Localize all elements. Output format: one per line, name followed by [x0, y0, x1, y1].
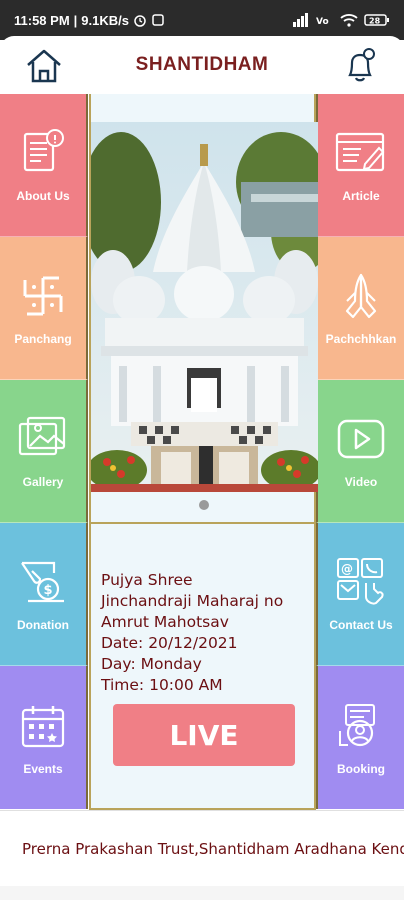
tile-label: About Us — [16, 189, 70, 203]
battery-level: 28 — [369, 17, 381, 26]
status-time: 11:58 PM — [14, 12, 70, 28]
status-net-speed: 9.1KB/s — [81, 12, 129, 28]
app-title: SHANTIDHAM — [135, 54, 269, 75]
event-day: Day: Monday — [101, 655, 202, 673]
tile-video[interactable]: Video — [316, 380, 404, 523]
volte-icon: Vo — [316, 13, 334, 27]
tile-label: Events — [23, 761, 63, 776]
play-video-icon — [335, 413, 387, 465]
photo-carousel[interactable] — [89, 94, 318, 524]
app-header: SHANTIDHAM — [0, 36, 404, 94]
notification-icon — [151, 13, 165, 27]
booking-icon — [335, 700, 387, 752]
tile-donation[interactable]: $ Donation — [0, 523, 88, 666]
tile-article[interactable]: Article — [316, 94, 404, 237]
image-gallery-icon — [17, 413, 69, 465]
tile-label: Panchang — [14, 332, 72, 346]
signal-icon — [292, 13, 310, 27]
tile-label: Gallery — [22, 475, 64, 489]
hand-coin-icon: $ — [17, 556, 69, 608]
tile-label: Article — [342, 189, 380, 203]
event-date: Date: 20/12/2021 — [101, 634, 238, 652]
temple-photo — [91, 122, 318, 492]
tile-label: Donation — [17, 618, 69, 632]
tile-contact-us[interactable]: @ Contact Us — [316, 523, 404, 666]
bell-icon — [348, 48, 375, 82]
footer-marquee: Prerna Prakashan Trust,Shantidham Aradha… — [0, 810, 404, 886]
event-line-3: Amrut Mahotsav — [101, 613, 229, 631]
calendar-icon — [17, 700, 69, 752]
svg-text:@: @ — [341, 562, 353, 576]
event-line-1: Pujya Shree — [101, 571, 193, 589]
tile-label: Booking — [337, 761, 385, 776]
tile-about-us[interactable]: About Us — [0, 94, 88, 237]
wifi-icon — [340, 13, 358, 27]
tile-label: Pachchhkan — [325, 332, 397, 346]
svg-text:$: $ — [44, 583, 53, 598]
live-button[interactable]: LIVE — [113, 704, 295, 766]
document-info-icon — [17, 127, 69, 179]
event-time: Time: 10:00 AM — [101, 676, 223, 694]
marquee-text: Prerna Prakashan Trust,Shantidham Aradha… — [22, 839, 404, 858]
praying-hands-icon — [335, 270, 387, 322]
home-icon — [27, 49, 61, 83]
tile-label: Video — [344, 475, 378, 489]
tile-booking[interactable]: Booking — [316, 666, 404, 809]
tile-panchang[interactable]: Panchang — [0, 237, 88, 380]
battery-icon: 28 — [364, 13, 390, 27]
tile-gallery[interactable]: Gallery — [0, 380, 88, 523]
event-details: Pujya Shree Jinchandraji Maharaj no Amru… — [101, 570, 313, 696]
event-line-2: Jinchandraji Maharaj no — [101, 592, 284, 610]
tile-pachchhkan[interactable]: Pachchhkan — [316, 237, 404, 380]
alarm-icon — [133, 13, 147, 27]
tile-label: Contact Us — [329, 618, 393, 632]
article-edit-icon — [335, 127, 387, 179]
system-nav-bar — [0, 886, 404, 900]
svg-text:Vo: Vo — [316, 17, 329, 27]
tile-events[interactable]: Events — [0, 666, 88, 809]
contact-icon: @ — [335, 556, 387, 608]
event-panel: Pujya Shree Jinchandraji Maharaj no Amru… — [89, 524, 316, 810]
home-button[interactable] — [22, 46, 66, 86]
notifications-button[interactable] — [338, 44, 382, 88]
status-bar: 11:58 PM | 9.1KB/s Vo 28 — [0, 0, 404, 40]
swastika-icon — [17, 270, 69, 322]
carousel-indicator[interactable] — [199, 500, 209, 510]
